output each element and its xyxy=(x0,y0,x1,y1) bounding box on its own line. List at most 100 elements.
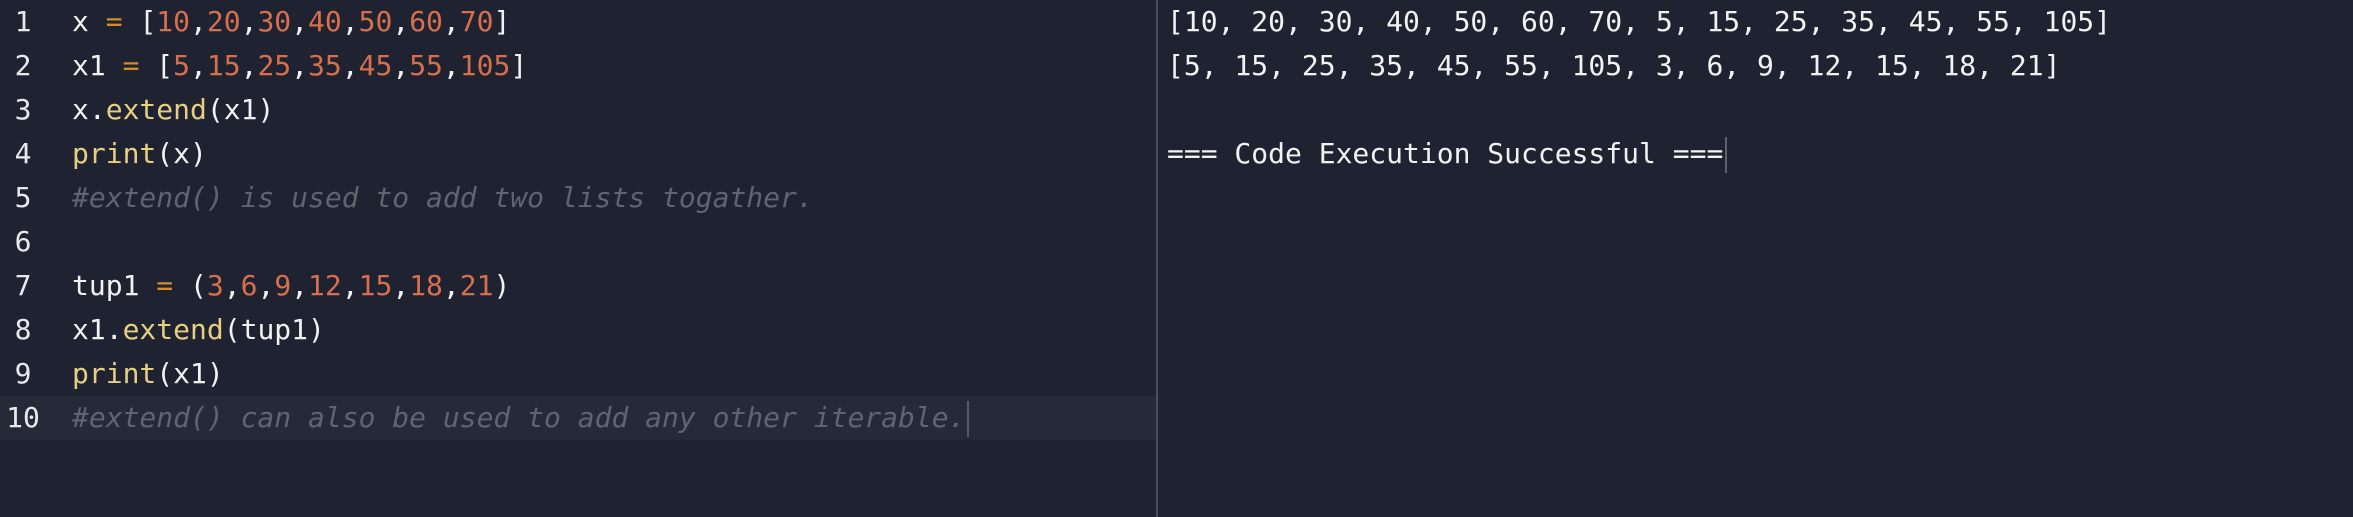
number-token: 3 xyxy=(206,269,224,302)
number-token: 30 xyxy=(257,5,292,38)
code-text[interactable]: #extend() can also be used to add any ot… xyxy=(72,396,970,440)
number-token: 10 xyxy=(156,5,191,38)
comma-token: , xyxy=(190,5,207,38)
bracket-token: [ xyxy=(139,5,157,38)
code-line[interactable]: 9 print(x1) xyxy=(0,352,1156,396)
console-cursor xyxy=(1725,137,1728,173)
line-number: 2 xyxy=(14,49,32,82)
variable-token: tup1 xyxy=(240,313,309,346)
number-token: 18 xyxy=(409,269,443,302)
variable-token: x xyxy=(173,137,191,170)
comma-token: , xyxy=(223,269,241,302)
variable-token: tup1 xyxy=(72,269,140,302)
number-token: 55 xyxy=(409,49,443,82)
comma-token: , xyxy=(442,5,460,38)
code-line[interactable]: 5 #extend() is used to add two lists tog… xyxy=(0,176,1156,220)
online-python-compiler: 1 x = [10,20,30,40,50,60,70] 2 x1 = [5,1… xyxy=(0,0,2353,517)
paren-token: ) xyxy=(493,269,511,302)
paren-token: ( xyxy=(206,93,224,126)
comment-token: #extend() can also be used to add any ot… xyxy=(72,401,966,434)
comma-token: , xyxy=(291,269,309,302)
code-text[interactable]: x.extend(x1) xyxy=(72,88,274,132)
code-line[interactable]: 8 x1.extend(tup1) xyxy=(0,308,1156,352)
code-line[interactable]: 7 tup1 = (3,6,9,12,15,18,21) xyxy=(0,264,1156,308)
line-number: 8 xyxy=(14,313,32,346)
code-line[interactable]: 3 x.extend(x1) xyxy=(0,88,1156,132)
output-line: [5, 15, 25, 35, 45, 55, 105, 3, 6, 9, 12… xyxy=(1167,49,2061,82)
output-console: [10, 20, 30, 40, 50, 60, 70, 5, 15, 25, … xyxy=(1158,0,2353,517)
number-token: 5 xyxy=(173,49,191,82)
comma-token: , xyxy=(190,49,207,82)
bracket-token: ] xyxy=(493,5,511,38)
code-text[interactable]: x1.extend(tup1) xyxy=(72,308,325,352)
paren-token: ( xyxy=(156,357,174,390)
variable-token: x1 xyxy=(223,93,258,126)
method-token: extend xyxy=(105,93,207,126)
number-token: 25 xyxy=(257,49,292,82)
code-line[interactable]: 6 xyxy=(0,220,1156,264)
code-text[interactable]: #extend() is used to add two lists togat… xyxy=(72,176,814,220)
dot-token: . xyxy=(88,93,106,126)
paren-token: ) xyxy=(206,357,224,390)
output-line: [10, 20, 30, 40, 50, 60, 70, 5, 15, 25, … xyxy=(1167,5,2112,38)
comma-token: , xyxy=(442,269,460,302)
active-code-line[interactable]: 10 #extend() can also be used to add any… xyxy=(0,396,1156,440)
line-number: 3 xyxy=(14,93,32,126)
line-number: 1 xyxy=(14,5,32,38)
code-text[interactable]: x = [10,20,30,40,50,60,70] xyxy=(72,0,510,44)
number-token: 12 xyxy=(308,269,342,302)
operator-token: = xyxy=(105,49,157,82)
paren-token: ) xyxy=(308,313,325,346)
number-token: 60 xyxy=(409,5,443,38)
variable-token: x1 xyxy=(72,313,106,346)
text-cursor xyxy=(967,401,970,437)
comma-token: , xyxy=(392,269,410,302)
execution-status: === Code Execution Successful === xyxy=(1167,132,1728,176)
number-token: 20 xyxy=(206,5,241,38)
number-token: 50 xyxy=(358,5,393,38)
number-token: 40 xyxy=(308,5,342,38)
code-text[interactable]: x1 = [5,15,25,35,45,55,105] xyxy=(72,44,527,88)
number-token: 15 xyxy=(358,269,393,302)
code-text[interactable]: print(x1) xyxy=(72,352,224,396)
function-token: print xyxy=(72,137,157,170)
number-token: 6 xyxy=(240,269,258,302)
paren-token: ) xyxy=(257,93,275,126)
comma-token: , xyxy=(392,49,410,82)
comma-token: , xyxy=(341,49,359,82)
variable-token: x xyxy=(72,5,89,38)
operator-token: = xyxy=(88,5,140,38)
line-number: 10 xyxy=(6,401,40,434)
comment-token: #extend() is used to add two lists togat… xyxy=(72,181,814,214)
number-token: 105 xyxy=(459,49,511,82)
comma-token: , xyxy=(341,5,359,38)
paren-token: ( xyxy=(190,269,207,302)
comma-token: , xyxy=(257,269,275,302)
operator-token: = xyxy=(139,269,191,302)
code-editor[interactable]: 1 x = [10,20,30,40,50,60,70] 2 x1 = [5,1… xyxy=(0,0,1156,517)
paren-token: ( xyxy=(156,137,174,170)
code-line[interactable]: 4 print(x) xyxy=(0,132,1156,176)
line-number: 4 xyxy=(14,137,32,170)
comma-token: , xyxy=(291,5,309,38)
line-number: 9 xyxy=(14,357,32,390)
execution-status-text: === Code Execution Successful === xyxy=(1167,137,1724,170)
code-text[interactable]: tup1 = (3,6,9,12,15,18,21) xyxy=(72,264,510,308)
bracket-token: [ xyxy=(156,49,174,82)
comma-token: , xyxy=(392,5,410,38)
dot-token: . xyxy=(105,313,123,346)
bracket-token: ] xyxy=(510,49,528,82)
line-number: 7 xyxy=(14,269,32,302)
line-number: 5 xyxy=(14,181,32,214)
line-number: 6 xyxy=(14,225,32,258)
comma-token: , xyxy=(240,5,258,38)
number-token: 9 xyxy=(274,269,292,302)
number-token: 15 xyxy=(206,49,241,82)
code-line[interactable]: 1 x = [10,20,30,40,50,60,70] xyxy=(0,0,1156,44)
code-text[interactable]: print(x) xyxy=(72,132,207,176)
number-token: 45 xyxy=(358,49,393,82)
number-token: 70 xyxy=(459,5,494,38)
comma-token: , xyxy=(240,49,258,82)
comma-token: , xyxy=(442,49,460,82)
code-line[interactable]: 2 x1 = [5,15,25,35,45,55,105] xyxy=(0,44,1156,88)
